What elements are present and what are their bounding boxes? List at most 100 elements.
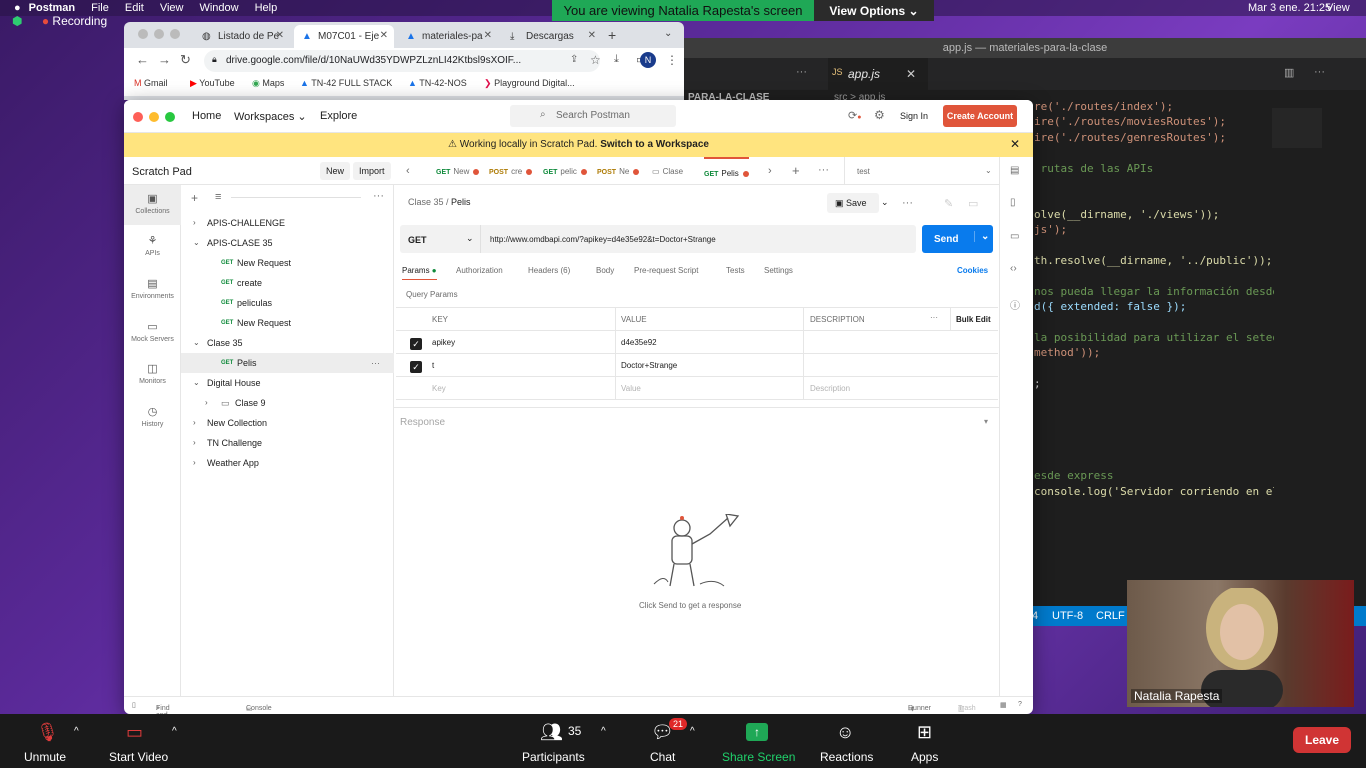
breadcrumb-current[interactable]: Pelis xyxy=(451,197,471,207)
share-screen-icon[interactable]: ↑ xyxy=(746,723,768,741)
rail-monitors[interactable]: ◫ Monitors xyxy=(124,363,181,385)
request-tab[interactable]: GET pelic xyxy=(543,157,587,185)
nav-explore[interactable]: Explore xyxy=(320,110,357,122)
chevron-right-icon[interactable]: › xyxy=(193,438,196,447)
request-tab[interactable]: GET New xyxy=(436,157,480,185)
nav-home[interactable]: Home xyxy=(192,110,221,122)
add-tab-icon[interactable]: + xyxy=(792,163,800,178)
sidebar-toggle-icon[interactable]: ▯ xyxy=(132,701,136,709)
rail-environments[interactable]: ▤ Environments xyxy=(124,278,181,300)
chevron-up-icon[interactable]: ^ xyxy=(172,726,177,737)
help-icon[interactable]: ? xyxy=(1018,701,1022,708)
reload-icon[interactable]: ↻ xyxy=(180,52,191,68)
new-button[interactable]: New xyxy=(320,162,351,180)
rail-apis[interactable]: ⚘ APIs xyxy=(124,235,181,257)
chevron-right-icon[interactable]: › xyxy=(193,458,196,467)
video-off-icon[interactable]: ▭ xyxy=(126,722,143,743)
bookmark-playground[interactable]: ❯ Playground Digital... xyxy=(484,78,575,89)
code-icon[interactable]: ‹› xyxy=(1010,263,1017,274)
gear-icon[interactable]: ⚙ xyxy=(874,108,885,122)
minimize-window-dot[interactable] xyxy=(149,112,159,122)
bookmark-youtube[interactable]: ▶ YouTube xyxy=(190,78,235,89)
chevron-right-icon[interactable]: › xyxy=(193,218,196,227)
close-icon[interactable]: ✕ xyxy=(1010,137,1020,151)
tab-headers[interactable]: Headers (6) xyxy=(528,266,570,275)
code-line[interactable] xyxy=(1034,408,1274,423)
tree-item[interactable]: › Weather App xyxy=(181,453,394,473)
chevron-up-icon[interactable]: ^ xyxy=(601,726,606,737)
leave-button[interactable]: Leave xyxy=(1293,727,1351,753)
webcam-video[interactable]: Natalia Rapesta xyxy=(1127,580,1354,707)
param-value[interactable]: Doctor+Strange xyxy=(621,361,677,370)
share-screen-button[interactable]: Share Screen xyxy=(722,750,795,764)
chevron-down-icon[interactable]: ⌄ xyxy=(193,238,200,247)
bulk-edit-link[interactable]: Bulk Edit xyxy=(956,315,991,324)
forward-icon[interactable]: → xyxy=(158,52,171,67)
reactions-button[interactable]: Reactions xyxy=(820,750,873,764)
tab-pre-request-script[interactable]: Pre-request Script xyxy=(634,266,698,275)
sign-in-button[interactable]: Sign In xyxy=(900,111,930,121)
back-icon[interactable]: ← xyxy=(136,52,149,67)
more-icon[interactable]: ··· xyxy=(818,164,829,176)
request-tab[interactable]: POST Ne xyxy=(597,157,640,185)
tree-item[interactable]: ⌄ APIS-CLASE 35 xyxy=(181,233,394,253)
more-icon[interactable]: ··· xyxy=(371,358,380,368)
rail-collections[interactable]: ▣ Collections xyxy=(124,185,181,225)
request-tab[interactable]: ▭ Clase xyxy=(652,157,683,185)
code-line[interactable]: js'); xyxy=(1034,223,1274,238)
apps-icon[interactable]: ⊞ xyxy=(917,722,932,743)
tree-item[interactable]: › ▭ Clase 9 xyxy=(181,393,394,413)
tree-item[interactable]: ⌄ Clase 35 xyxy=(181,333,394,353)
menubar-app-name[interactable]: Postman xyxy=(29,2,75,14)
param-key[interactable]: apikey xyxy=(432,338,455,347)
info-icon[interactable]: ⓘ xyxy=(1010,297,1020,312)
chrome-tab[interactable]: ◍ Listado de Pe ✕ xyxy=(194,25,290,48)
bookmark-star-icon[interactable]: ☆ xyxy=(590,53,601,67)
microphone-muted-icon[interactable]: 🎙︎ xyxy=(36,722,59,743)
tree-item[interactable]: GET Pelis ··· xyxy=(181,353,394,373)
checkbox-checked-icon[interactable]: ✓ xyxy=(410,361,422,373)
search-input[interactable]: ⌕ Search Postman xyxy=(510,105,676,127)
tree-item[interactable]: › APIS-CHALLENGE xyxy=(181,213,394,233)
rail-mock-servers[interactable]: ▭ Mock Servers xyxy=(124,321,181,343)
code-line[interactable]: nos pueda llegar la información desde xyxy=(1034,285,1274,300)
code-line[interactable]: ; xyxy=(1034,377,1274,392)
tab-tests[interactable]: Tests xyxy=(726,266,745,275)
chrome-tab-active[interactable]: ▲ M07C01 - Eje ✕ xyxy=(294,25,394,48)
code-line[interactable]: esde express xyxy=(1034,469,1274,484)
maximize-window-dot[interactable] xyxy=(165,112,175,122)
code-line[interactable]: console.log('Servidor corriendo en el xyxy=(1034,485,1274,500)
tab-body[interactable]: Body xyxy=(596,266,614,275)
close-icon[interactable]: ✕ xyxy=(588,30,596,41)
import-button[interactable]: Import xyxy=(353,162,391,180)
code-line[interactable]: ire('./routes/genresRoutes'); xyxy=(1034,131,1274,146)
filter-icon[interactable]: ≡ xyxy=(215,191,221,203)
address-bar[interactable]: 🔒︎ drive.google.com/file/d/10NaUWd35YDWP… xyxy=(204,50,600,72)
apple-icon[interactable]: ● xyxy=(14,2,21,14)
value-placeholder[interactable]: Value xyxy=(621,384,641,393)
status-encoding[interactable]: UTF-8 xyxy=(1052,610,1083,622)
environment-selector[interactable]: test ⌄ xyxy=(844,157,994,185)
new-tab-button[interactable]: + xyxy=(608,27,616,43)
chevron-down-icon[interactable]: ⌄ xyxy=(193,338,200,347)
tab-settings[interactable]: Settings xyxy=(764,266,793,275)
sync-icon[interactable]: ⟳● xyxy=(848,109,861,122)
chrome-tab[interactable]: ▲ materiales-pa ✕ xyxy=(398,25,498,48)
request-tab[interactable]: POST cre xyxy=(489,157,533,185)
chevron-right-icon[interactable]: › xyxy=(205,398,208,407)
code-line[interactable] xyxy=(1034,269,1274,284)
code-line[interactable] xyxy=(1034,392,1274,407)
code-line[interactable] xyxy=(1034,362,1274,377)
chevron-up-icon[interactable]: ^ xyxy=(690,726,695,737)
method-select[interactable]: GET ⌄ xyxy=(400,225,481,253)
more-icon[interactable]: ··· xyxy=(796,66,807,78)
tab-search-icon[interactable]: ⌄ xyxy=(664,28,672,39)
chevron-down-icon[interactable]: ⌄ xyxy=(881,197,889,208)
chevron-right-icon[interactable]: › xyxy=(193,418,196,427)
split-editor-icon[interactable]: ▥ xyxy=(1284,66,1294,79)
request-tab[interactable]: GET Pelis xyxy=(704,157,749,185)
code-line[interactable] xyxy=(1034,423,1274,438)
code-line[interactable]: method')); xyxy=(1034,346,1274,361)
apps-button[interactable]: Apps xyxy=(911,750,938,764)
switch-workspace-link[interactable]: Switch to a Workspace xyxy=(600,139,709,150)
